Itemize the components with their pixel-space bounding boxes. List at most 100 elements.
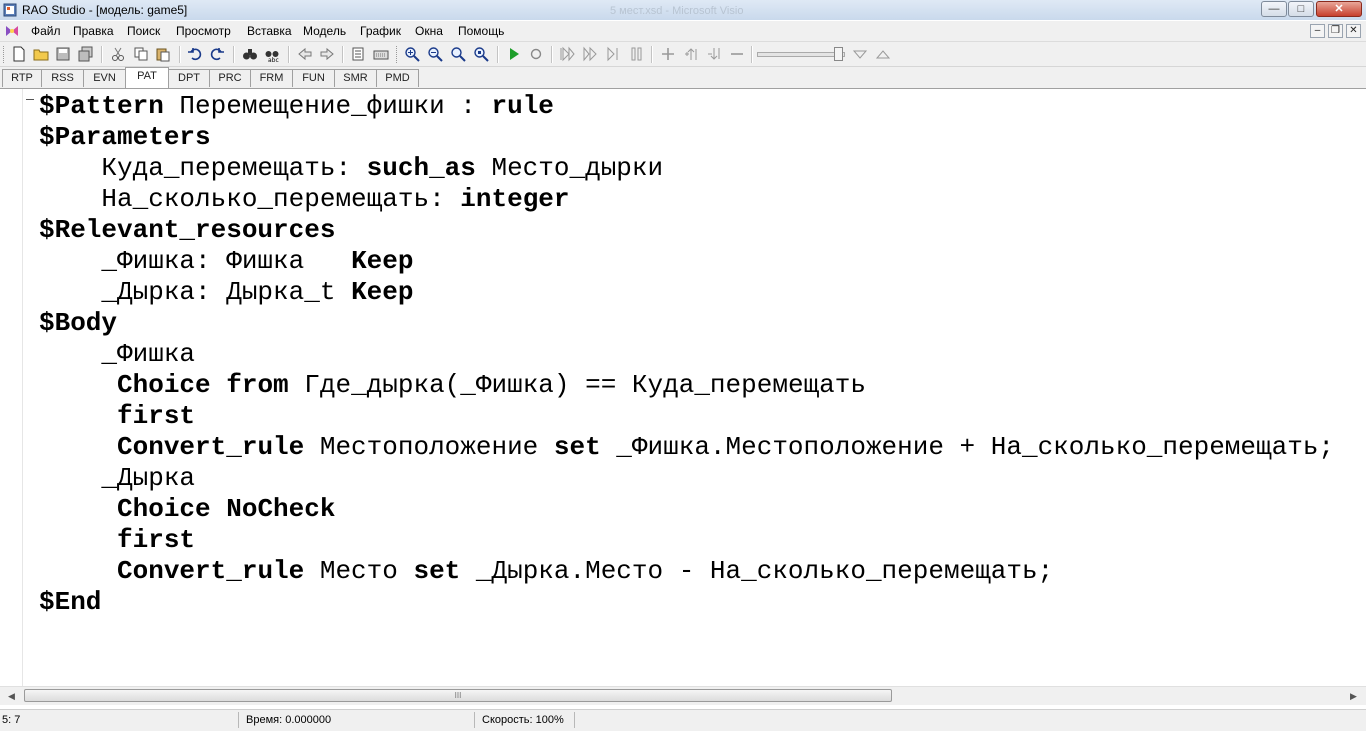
scroll-thumb[interactable]: III xyxy=(24,689,892,702)
speed-up-icon[interactable] xyxy=(875,46,891,62)
code-line[interactable]: Convert_rule Место set _Дырка.Место - На… xyxy=(39,556,1334,587)
code-line[interactable]: На_сколько_перемещать: integer xyxy=(39,184,1334,215)
speed-slider-thumb[interactable] xyxy=(834,47,843,61)
code-keyword: Keep xyxy=(351,277,414,307)
copy-icon[interactable] xyxy=(133,46,149,62)
code-token: Перемещение_фишки : xyxy=(163,91,492,121)
menu-model[interactable]: Модель xyxy=(303,24,346,38)
code-line[interactable]: $Relevant_resources xyxy=(39,215,1334,246)
run-icon[interactable] xyxy=(506,46,522,62)
code-keyword: $End xyxy=(39,587,102,617)
tab-fun[interactable]: FUN xyxy=(292,69,335,87)
menu-chart[interactable]: График xyxy=(360,24,401,38)
code-editor[interactable]: $Pattern Перемещение_фишки : rule $Parame… xyxy=(0,89,1366,686)
code-line[interactable]: Choice NoCheck xyxy=(39,494,1334,525)
code-line[interactable]: first xyxy=(39,525,1334,556)
mdi-restore-button[interactable]: ❐ xyxy=(1328,24,1343,38)
code-line[interactable]: _Дырка xyxy=(39,463,1334,494)
save-all-icon[interactable] xyxy=(78,46,94,62)
tab-dpt[interactable]: DPT xyxy=(168,69,210,87)
code-line[interactable]: first xyxy=(39,401,1334,432)
svg-text:abc: abc xyxy=(268,57,279,62)
code-token: _Фишка: Фишка xyxy=(39,246,352,276)
scroll-left-icon[interactable]: ◀ xyxy=(4,689,19,703)
zoom-reset-icon[interactable] xyxy=(473,46,489,62)
open-folder-icon[interactable] xyxy=(33,46,49,62)
back-icon[interactable] xyxy=(297,46,313,62)
stop-icon[interactable] xyxy=(528,46,544,62)
tab-pmd[interactable]: PMD xyxy=(376,69,419,87)
code-token: _Фишка xyxy=(39,339,196,369)
minimize-button[interactable]: — xyxy=(1261,1,1287,17)
tab-rss[interactable]: RSS xyxy=(41,69,84,87)
code-line[interactable]: $End xyxy=(39,587,1334,618)
step-up-icon[interactable] xyxy=(683,46,699,62)
menu-search[interactable]: Поиск xyxy=(127,24,160,38)
code-line[interactable]: _Фишка xyxy=(39,339,1334,370)
menu-windows[interactable]: Окна xyxy=(415,24,443,38)
step-first-icon[interactable] xyxy=(559,46,575,62)
mdi-minimize-button[interactable]: – xyxy=(1310,24,1325,38)
code-text[interactable]: $Pattern Перемещение_фишки : rule $Parame… xyxy=(39,91,1334,618)
status-bar: 5: 7 Время: 0.000000 Скорость: 100% xyxy=(0,709,1366,731)
menu-insert[interactable]: Вставка xyxy=(247,24,292,38)
horizontal-scrollbar[interactable]: ◀ III ▶ xyxy=(0,686,1366,705)
code-line[interactable]: Куда_перемещать: such_as Место_дырки xyxy=(39,153,1334,184)
tab-smr[interactable]: SMR xyxy=(334,69,377,87)
code-line[interactable]: Convert_rule Местоположение set _Фишка.М… xyxy=(39,432,1334,463)
forward-icon[interactable] xyxy=(319,46,335,62)
close-button[interactable]: ✕ xyxy=(1316,1,1362,17)
tab-frm[interactable]: FRM xyxy=(250,69,293,87)
undo-icon[interactable] xyxy=(187,46,203,62)
pause-icon[interactable] xyxy=(628,46,644,62)
keyboard-icon[interactable] xyxy=(373,46,389,62)
app-icon xyxy=(3,3,17,17)
code-keyword: $Pattern xyxy=(39,91,164,121)
toolbar: abc xyxy=(0,42,1366,67)
menu-view[interactable]: Просмотр xyxy=(176,24,231,38)
tab-pat[interactable]: PAT xyxy=(125,67,169,88)
menu-file[interactable]: Файл xyxy=(31,24,61,38)
toolbar-grip[interactable] xyxy=(3,46,7,63)
code-keyword: integer xyxy=(460,184,570,214)
tab-prc[interactable]: PRC xyxy=(209,69,251,87)
redo-icon[interactable] xyxy=(209,46,225,62)
save-icon[interactable] xyxy=(55,46,71,62)
code-line[interactable]: _Дырка: Дырка_t Keep xyxy=(39,277,1334,308)
code-line[interactable]: $Parameters xyxy=(39,122,1334,153)
code-keyword: set xyxy=(413,556,461,586)
code-line[interactable]: Choice from Где_дырка(_Фишка) == Куда_пе… xyxy=(39,370,1334,401)
speed-down-icon[interactable] xyxy=(852,46,868,62)
code-line[interactable]: $Pattern Перемещение_фишки : rule xyxy=(39,91,1334,122)
maximize-button[interactable]: □ xyxy=(1288,1,1314,17)
code-token: _Дырка: Дырка_t xyxy=(39,277,352,307)
tab-rtp[interactable]: RTP xyxy=(2,69,42,87)
replace-icon[interactable]: abc xyxy=(264,46,280,62)
step-down-icon[interactable] xyxy=(706,46,722,62)
document-icon[interactable] xyxy=(4,24,20,38)
code-keyword: $Relevant_resources xyxy=(39,215,336,245)
cut-icon[interactable] xyxy=(110,46,126,62)
scroll-right-icon[interactable]: ▶ xyxy=(1346,689,1361,703)
step-next-icon[interactable] xyxy=(605,46,621,62)
mdi-close-button[interactable]: ✕ xyxy=(1346,24,1361,38)
zoom-out-icon[interactable] xyxy=(427,46,443,62)
code-line[interactable]: _Фишка: Фишка Keep xyxy=(39,246,1334,277)
code-line[interactable]: $Body xyxy=(39,308,1334,339)
zoom-fit-icon[interactable] xyxy=(450,46,466,62)
step-speed-icon[interactable] xyxy=(582,46,598,62)
speed-slider-track[interactable] xyxy=(757,52,845,57)
editor-gutter[interactable] xyxy=(0,89,23,686)
bookmark-icon[interactable] xyxy=(350,46,366,62)
tab-evn[interactable]: EVN xyxy=(83,69,126,87)
menu-help[interactable]: Помощь xyxy=(458,24,504,38)
menu-edit[interactable]: Правка xyxy=(73,24,114,38)
fold-marker[interactable] xyxy=(26,99,34,100)
add-icon[interactable] xyxy=(660,46,676,62)
zoom-in-icon[interactable] xyxy=(404,46,420,62)
remove-icon[interactable] xyxy=(729,46,745,62)
new-file-icon[interactable] xyxy=(11,46,27,62)
paste-icon[interactable] xyxy=(155,46,171,62)
find-icon[interactable] xyxy=(242,46,258,62)
